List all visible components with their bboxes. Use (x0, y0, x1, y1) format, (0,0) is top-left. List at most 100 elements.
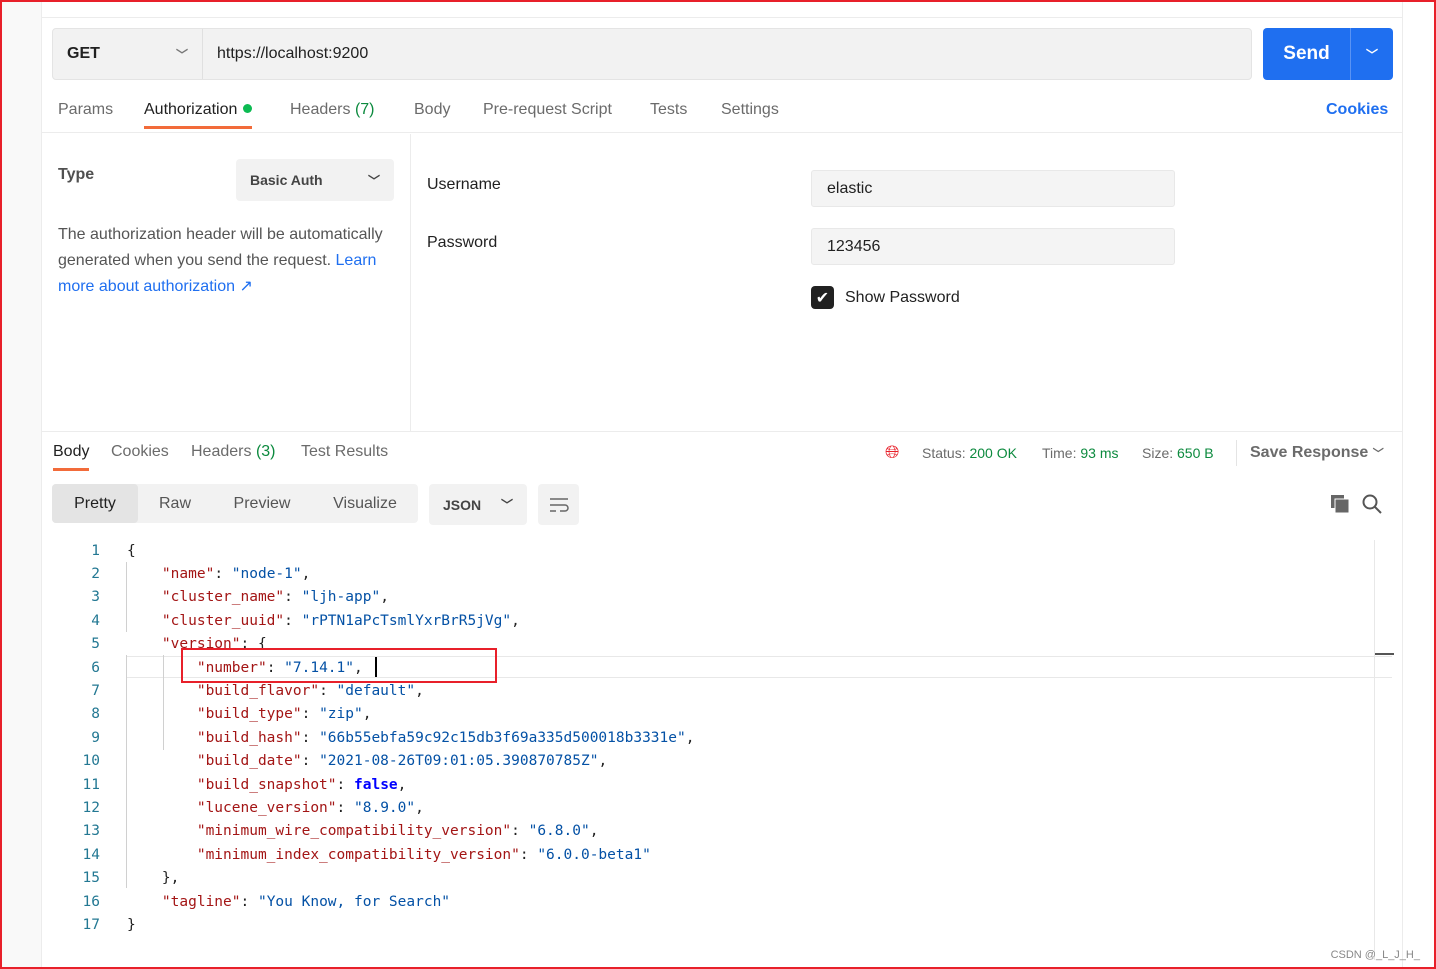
code-token: "node-1" (231, 566, 302, 583)
tab-params[interactable]: Params (58, 101, 113, 119)
globe-warning-icon[interactable]: 🌐︎ (885, 442, 899, 463)
code-token: "build_hash" (196, 729, 302, 746)
auth-type-select[interactable]: Basic Auth ﹀ (236, 159, 394, 201)
line-number: 17 (82, 916, 100, 933)
line-number: 2 (91, 566, 100, 583)
line-content: "minimum_wire_compatibility_version": "6… (127, 823, 599, 840)
code-token: "minimum_wire_compatibility_version" (196, 823, 512, 840)
code-token: : (301, 729, 320, 746)
code-token: false (354, 776, 398, 793)
save-response-label: Save Response (1250, 444, 1369, 461)
line-content: "cluster_name": "ljh-app", (127, 589, 389, 605)
tab-settings[interactable]: Settings (721, 101, 779, 119)
code-line: 17} (42, 913, 1375, 936)
code-token: { (127, 542, 136, 559)
code-token: : (240, 893, 258, 910)
tab-count: (3) (255, 443, 276, 460)
divider (1236, 440, 1237, 466)
send-dropdown-chevron-icon[interactable]: ﹀ (1350, 28, 1393, 80)
show-password-checkbox[interactable]: ✔ (811, 286, 834, 309)
copy-icon[interactable] (1330, 494, 1350, 519)
code-line: 10 "build_date": "2021-08-26T09:01:05.39… (42, 750, 1375, 773)
search-icon[interactable] (1362, 494, 1382, 519)
code-token: , (301, 566, 311, 583)
code-token: "default" (336, 683, 416, 700)
code-token: , (589, 823, 599, 840)
show-password-label: Show Password (845, 289, 960, 306)
url-input[interactable]: https://localhost:9200 (203, 45, 368, 63)
password-input[interactable]: 123456 (811, 228, 1175, 265)
line-number: 9 (91, 729, 100, 746)
code-line: 3 "cluster_name": "ljh-app", (42, 586, 1375, 609)
watermark: CSDN @_L_J_H_ (1330, 949, 1420, 961)
chevron-down-icon: ﹀ (1372, 448, 1384, 460)
line-number: 5 (91, 636, 100, 653)
code-token: , (598, 753, 608, 770)
save-response-button[interactable]: Save Response ﹀ (1250, 444, 1384, 462)
divider (42, 17, 1402, 18)
time: Time: 93 ms (1042, 445, 1119, 461)
tab-headers[interactable]: Headers (7) (290, 101, 375, 119)
right-sidebar (1402, 0, 1434, 969)
line-content: { (127, 543, 136, 559)
code-token: : (214, 566, 232, 583)
tab-body[interactable]: Body (414, 101, 450, 119)
code-token: "zip" (319, 706, 363, 723)
code-line: 16 "tagline": "You Know, for Search" (42, 890, 1375, 913)
response-tab-headers[interactable]: Headers (3) (191, 443, 276, 461)
code-line: 8 "build_type": "zip", (42, 703, 1375, 726)
code-token: : (319, 683, 337, 700)
line-number: 8 (91, 706, 100, 723)
response-tab-cookies[interactable]: Cookies (111, 443, 169, 461)
code-token: : (511, 823, 529, 840)
line-number: 16 (82, 893, 100, 910)
code-token: "tagline" (161, 893, 241, 910)
code-token: "66b55ebfa59c92c15db3f69a335d500018b3331… (319, 729, 686, 746)
divider (42, 431, 1402, 432)
time-label: Time: (1042, 445, 1077, 461)
response-code-editor[interactable]: 1{2 "name": "node-1", 3 "cluster_name": "… (42, 539, 1375, 937)
view-pretty[interactable]: Pretty (52, 484, 138, 523)
code-token: "ljh-app" (301, 589, 381, 606)
wrap-lines-icon[interactable] (538, 484, 579, 525)
auth-description: The authorization header will be automat… (58, 222, 398, 300)
code-token: : (301, 753, 320, 770)
line-content: "tagline": "You Know, for Search" (127, 894, 450, 910)
code-line: 14 "minimum_index_compatibility_version"… (42, 843, 1375, 866)
view-preview[interactable]: Preview (212, 484, 312, 523)
status-label: Status: (922, 445, 966, 461)
editor-scrollbar[interactable] (1374, 540, 1394, 960)
size-value: 650 B (1177, 445, 1214, 461)
code-token: "cluster_uuid" (161, 612, 285, 629)
line-content: "build_flavor": "default", (127, 683, 424, 699)
active-dot-icon (243, 104, 253, 113)
code-token: : (336, 776, 354, 793)
tab-pre-request-script[interactable]: Pre-request Script (483, 101, 612, 119)
code-line: 4 "cluster_uuid": "rPTN1aPcTsmlYxrBrR5jV… (42, 609, 1375, 632)
username-input[interactable]: elastic (811, 170, 1175, 207)
left-sidebar (2, 0, 42, 969)
response-tab-test-results[interactable]: Test Results (301, 443, 388, 461)
line-content: "build_type": "zip", (127, 706, 372, 723)
code-token: "build_flavor" (196, 683, 320, 700)
tab-authorization[interactable]: Authorization (144, 101, 253, 129)
view-visualize[interactable]: Visualize (312, 484, 418, 523)
response-tab-body[interactable]: Body (53, 443, 90, 471)
type-label: Type (58, 166, 95, 183)
cookies-link[interactable]: Cookies (1326, 101, 1388, 119)
username-label: Username (427, 176, 501, 193)
format-select[interactable]: JSON ﹀ (429, 484, 527, 525)
method-label: GET (67, 45, 100, 62)
line-number: 12 (82, 799, 100, 816)
tab-tests[interactable]: Tests (650, 101, 687, 119)
send-button[interactable]: Send ﹀ (1263, 28, 1393, 80)
tab-label: Headers (290, 101, 351, 118)
method-select[interactable]: GET ﹀ (53, 29, 203, 79)
view-raw[interactable]: Raw (138, 484, 212, 523)
